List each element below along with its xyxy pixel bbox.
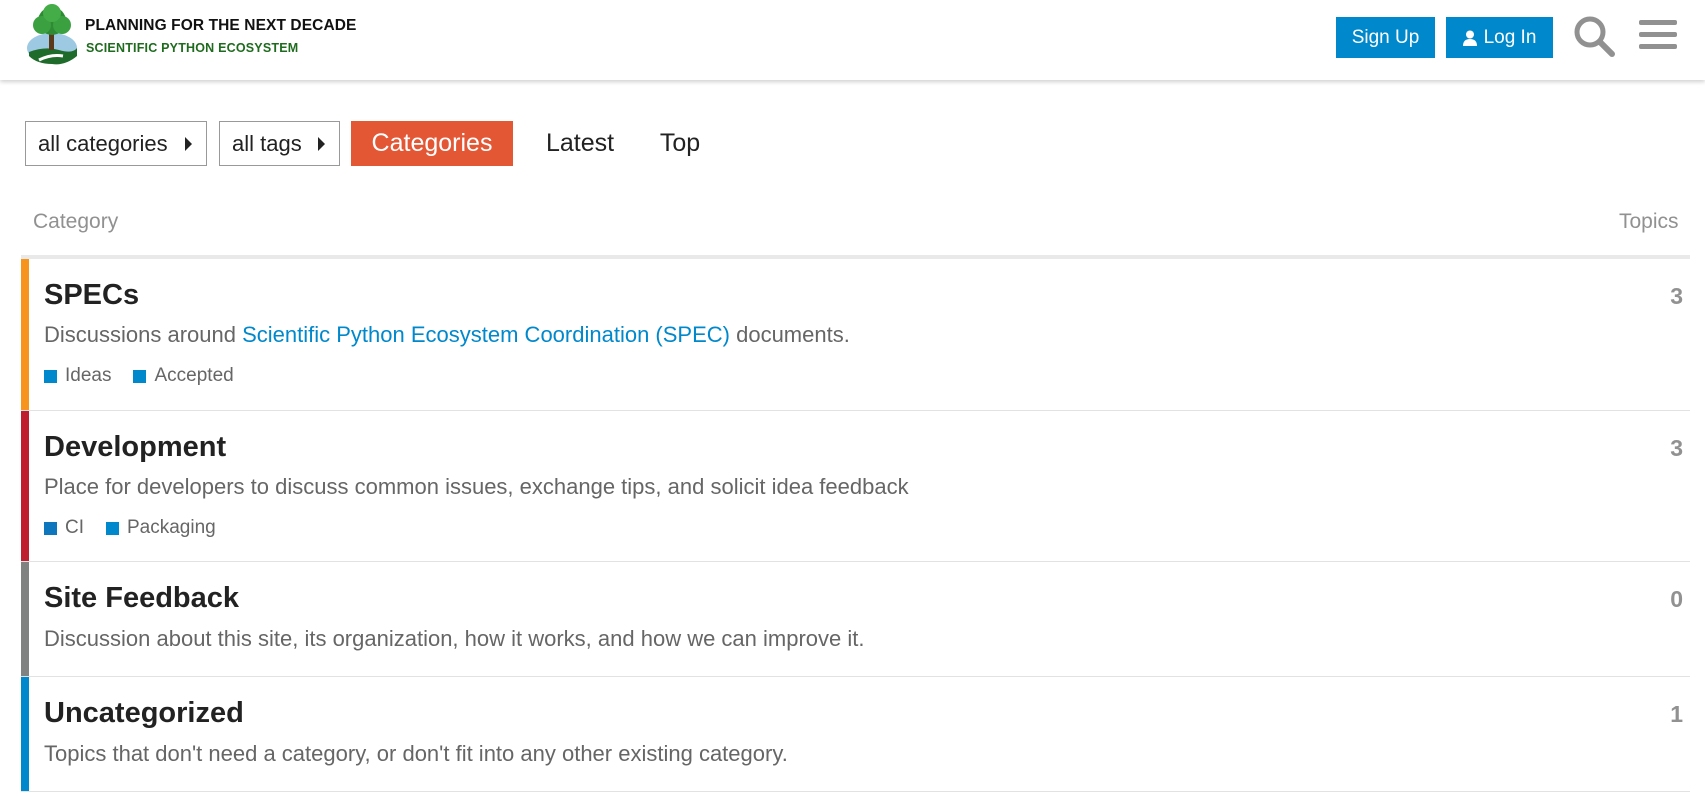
category-name[interactable]: SPECs (44, 279, 139, 312)
logo-subtitle: SCIENTIFIC PYTHON ECOSYSTEM (86, 41, 299, 55)
category-row: Site Feedback 0 Discussion about this si… (21, 562, 1690, 677)
topic-count: 1 (1670, 701, 1683, 727)
category-name[interactable]: Development (44, 431, 226, 464)
category-description: Discussions around Scientific Python Eco… (44, 322, 850, 348)
category-description: Topics that don't need a category, or do… (44, 741, 788, 766)
subcategory-ci[interactable]: CI (44, 517, 84, 539)
subcategory-color-square (44, 369, 57, 383)
category-dropdown-label: all categories (38, 130, 168, 156)
description-text: documents. (729, 322, 850, 347)
subcategory-color-square (106, 521, 119, 535)
topic-count: 0 (1670, 586, 1683, 612)
tab-top[interactable]: Top (649, 121, 711, 166)
hamburger-menu-icon[interactable] (1639, 18, 1677, 52)
site-header: PLANNING FOR THE NEXT DECADE SCIENTIFIC … (0, 0, 1705, 80)
caret-right-icon (318, 137, 325, 151)
category-description: Place for developers to discuss common i… (44, 474, 909, 499)
subcategory-packaging[interactable]: Packaging (106, 517, 216, 539)
log-in-button[interactable]: Log In (1446, 17, 1553, 58)
tag-dropdown[interactable]: all tags (219, 121, 340, 166)
subcategory-color-square (44, 521, 57, 535)
sign-up-button[interactable]: Sign Up (1336, 17, 1435, 58)
category-row: SPECs 3 Discussions around Scientific Py… (21, 259, 1690, 411)
user-icon (1462, 30, 1477, 46)
subcategory-label: Accepted (154, 365, 234, 386)
caret-right-icon (185, 137, 192, 151)
category-description: Discussion about this site, its organiza… (44, 626, 865, 651)
category-row: Development 3 Place for developers to di… (21, 411, 1690, 562)
topic-count: 3 (1670, 435, 1683, 461)
description-text: Discussions around (44, 322, 243, 347)
topics-column-header: Topics (1619, 210, 1679, 233)
tag-dropdown-label: all tags (232, 130, 302, 156)
subcategory-label: Ideas (65, 365, 112, 386)
search-icon[interactable] (1573, 15, 1615, 57)
category-color-bar (21, 562, 29, 676)
category-color-bar (21, 259, 29, 410)
tab-categories[interactable]: Categories (351, 121, 513, 166)
tab-latest[interactable]: Latest (535, 121, 625, 166)
subcategory-ideas[interactable]: Ideas (44, 365, 111, 387)
subcategory-list: Ideas Accepted (44, 365, 234, 387)
subcategory-color-square (133, 369, 147, 383)
sign-up-label: Sign Up (1351, 26, 1420, 48)
category-name[interactable]: Uncategorized (44, 697, 244, 730)
subcategory-accepted[interactable]: Accepted (133, 365, 234, 387)
spec-link[interactable]: Scientific Python Ecosystem Coordination… (242, 322, 730, 347)
subcategory-label: CI (65, 517, 84, 538)
log-in-label: Log In (1483, 26, 1537, 48)
category-dropdown[interactable]: all categories (25, 121, 207, 166)
category-row: Uncategorized 1 Topics that don't need a… (21, 677, 1690, 792)
site-logo[interactable] (25, 4, 79, 66)
logo-title: PLANNING FOR THE NEXT DECADE (85, 17, 357, 34)
category-column-header: Category (33, 210, 119, 233)
category-color-bar (21, 677, 29, 791)
category-name[interactable]: Site Feedback (44, 582, 239, 615)
category-color-bar (21, 411, 29, 561)
subcategory-label: Packaging (127, 517, 216, 538)
topic-count: 3 (1670, 283, 1683, 309)
subcategory-list: CI Packaging (44, 517, 216, 539)
